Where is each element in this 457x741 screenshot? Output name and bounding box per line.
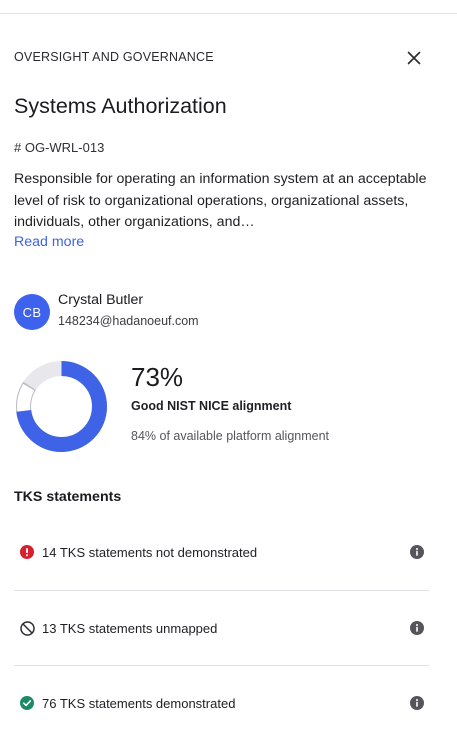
tks-row-label: 76 TKS statements demonstrated (42, 695, 236, 711)
alignment-percent: 73% (131, 362, 184, 392)
alignment-donut-chart (16, 361, 107, 452)
platform-alignment-text: 84% of available platform alignment (131, 429, 330, 443)
avatar: CB (14, 294, 50, 330)
info-icon[interactable] (409, 620, 425, 636)
tks-section-title: TKS statements (14, 489, 122, 505)
row-divider (14, 665, 429, 666)
top-divider (0, 13, 457, 14)
check-circle-icon (19, 695, 35, 711)
unmapped-icon (19, 620, 35, 636)
panel-title: Systems Authorization (14, 94, 227, 118)
tks-row-not-demonstrated[interactable]: 14 TKS statements not demonstrated (14, 533, 429, 571)
tks-row-unmapped[interactable]: 13 TKS statements unmapped (14, 609, 429, 647)
info-icon[interactable] (409, 544, 425, 560)
alignment-label: Good NIST NICE alignment (131, 399, 292, 413)
user-email: 148234@hadanoeuf.com (58, 314, 199, 328)
info-icon[interactable] (409, 695, 425, 711)
user-name: Crystal Butler (58, 292, 144, 308)
close-icon (407, 51, 421, 65)
tks-row-label: 13 TKS statements unmapped (42, 620, 218, 636)
error-icon (19, 544, 35, 560)
role-description: Responsible for operating an information… (14, 171, 427, 230)
tks-row-demonstrated[interactable]: 76 TKS statements demonstrated (14, 684, 429, 722)
tks-row-label: 14 TKS statements not demonstrated (42, 544, 258, 560)
category-label: OVERSIGHT AND GOVERNANCE (14, 50, 214, 64)
read-more-link[interactable]: Read more (14, 234, 84, 250)
close-button[interactable] (403, 47, 425, 69)
role-code: # OG-WRL-013 (14, 140, 105, 155)
row-divider (14, 590, 429, 591)
